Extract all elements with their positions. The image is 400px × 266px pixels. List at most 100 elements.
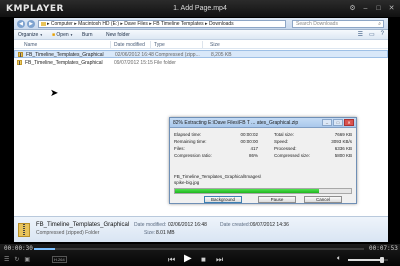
extraction-dialog: 82% Extracting E:\Dave Files\FB T ... at… (169, 117, 357, 204)
column-divider[interactable] (110, 41, 111, 48)
compressed-size-value: 5800 KB (334, 153, 352, 158)
back-icon[interactable]: ◀ (17, 20, 25, 28)
details-file-name: FB_Timeline_Templates_Graphical (36, 222, 130, 228)
organize-button[interactable]: Organize ▼ (18, 32, 43, 38)
column-size[interactable]: Size (210, 42, 220, 48)
file-name: FB_Timeline_Templates_Graphical (25, 60, 103, 66)
player-controls: 00:00:30 00:07:53 ☰ ↻ ▣ H.264 ⏮ ▶ ■ ⏭ 🔈︎ (0, 244, 400, 266)
date-created-value: 09/07/2012 14:36 (250, 222, 289, 228)
column-divider[interactable] (150, 41, 151, 48)
volume-slider[interactable] (348, 257, 388, 263)
elapsed-time: 00:00:30 (4, 245, 33, 252)
help-icon[interactable]: ? (381, 31, 384, 38)
processed-label: Processed: (274, 146, 297, 151)
player-file-title: 1. Add Page.mp4 (173, 5, 227, 12)
file-type: Compressed (zipp... (155, 52, 200, 58)
file-row[interactable]: FB_Timeline_Templates_Graphical 02/06/20… (14, 50, 388, 58)
processed-value: 6336 KB (334, 146, 352, 151)
forward-icon[interactable]: ▶ (27, 20, 35, 28)
remaining-value: 00:00:00 (240, 139, 258, 144)
elapsed-label: Elapsed time: (174, 132, 202, 137)
open-button[interactable]: ■ Open ▼ (52, 32, 73, 38)
pause-button[interactable]: Pause (258, 196, 296, 203)
stop-icon[interactable]: ■ (201, 255, 206, 264)
file-size: 8,205 KB (211, 52, 232, 58)
search-placeholder: Search Downloads (296, 21, 338, 27)
details-pane: FB_Timeline_Templates_Graphical Compress… (14, 216, 388, 242)
repeat-icon[interactable]: ↻ (14, 256, 19, 263)
open-icon: ■ (52, 32, 56, 38)
folder-icon (17, 60, 22, 65)
volume-icon[interactable]: 🔈︎ (337, 255, 341, 263)
explorer-toolbar: Organize ▼ ■ Open ▼ Burn New folder ☰ ▭ … (14, 30, 388, 40)
speed-label: Speed: (274, 139, 289, 144)
volume-slider-handle[interactable] (380, 257, 384, 263)
dialog-title: 82% Extracting E:\Dave Files\FB T ... at… (173, 120, 299, 126)
prev-icon[interactable]: ⏮ (168, 255, 175, 265)
file-date: 02/06/2012 16:48 (115, 52, 154, 58)
total-size-label: Total size: (274, 132, 295, 137)
player-title-bar: KMPLAYER 1. Add Page.mp4 ⚙ – □ ✕ (0, 0, 400, 17)
address-bar[interactable]: ▸ Computer ▸ Macintosh HD (E:) ▸ Dave Fi… (38, 20, 286, 28)
date-modified-label: Date modified: (134, 222, 167, 228)
size-value: 8.01 MB (156, 230, 175, 236)
files-label: Files: (174, 146, 185, 151)
total-time: 00:07:53 (369, 245, 398, 252)
background-button[interactable]: Background (204, 196, 242, 203)
date-created-label: Date created: (220, 222, 251, 228)
seek-bar-fill (34, 248, 55, 250)
size-label: Size: (144, 230, 156, 236)
next-icon[interactable]: ⏭ (216, 255, 223, 265)
cancel-button[interactable]: Cancel (304, 196, 342, 203)
total-size-value: 7669 KB (334, 132, 352, 137)
dialog-close-button[interactable]: ✕ (344, 119, 354, 126)
seek-bar[interactable] (34, 248, 364, 250)
path-line-file: spike-big.jpg (174, 179, 200, 185)
column-headers: Name Date modified Type Size (14, 40, 388, 49)
play-icon[interactable]: ▶ (184, 253, 192, 264)
files-value: 417 (250, 146, 258, 151)
view-controls: ☰ ▭ ? (358, 31, 384, 38)
address-path: ▸ Computer ▸ Macintosh HD (E:) ▸ Dave Fi… (47, 21, 234, 27)
minimize-button[interactable]: – (361, 4, 370, 13)
remaining-label: Remaining time: (174, 139, 207, 144)
details-file-type: Compressed (zipped) Folder (36, 230, 100, 236)
current-file-path: FB_Timeline_Templates_Graphical\Images\ … (174, 174, 352, 186)
volume-slider-fill (348, 259, 382, 261)
maximize-button[interactable]: □ (374, 4, 383, 13)
burn-button[interactable]: Burn (82, 32, 93, 38)
ratio-value: 86% (248, 153, 258, 158)
player-side-icons: ☰ ↻ ▣ (4, 256, 30, 263)
file-name: FB_Timeline_Templates_Graphical (26, 52, 104, 58)
search-input[interactable]: Search Downloads ⌕ (292, 20, 384, 28)
speed-value: 3093 KB/s (331, 139, 352, 144)
preview-pane-icon[interactable]: ▭ (369, 31, 375, 38)
ratio-label: Compression ratio: (174, 153, 212, 158)
dialog-title-bar: 82% Extracting E:\Dave Files\FB T ... at… (170, 118, 356, 128)
new-folder-button[interactable]: New folder (106, 32, 130, 38)
screen-icon[interactable]: ▣ (24, 256, 30, 263)
file-date: 09/07/2012 15:15 (114, 60, 153, 66)
column-type[interactable]: Type (154, 42, 165, 48)
video-frame-explorer-window: ◀ ▶ ▸ Computer ▸ Macintosh HD (E:) ▸ Dav… (14, 18, 388, 242)
dialog-maximize-button[interactable]: □ (333, 119, 343, 126)
elapsed-value: 00:00:02 (240, 132, 258, 137)
close-button[interactable]: ✕ (387, 4, 396, 13)
codec-badge: H.264 (52, 256, 67, 263)
compressed-size-label: Compressed size: (274, 153, 311, 158)
settings-icon[interactable]: ⚙ (348, 4, 357, 13)
column-name[interactable]: Name (24, 42, 37, 48)
date-modified-value: 02/06/2012 16:48 (168, 222, 207, 228)
view-options-icon[interactable]: ☰ (358, 31, 363, 38)
zip-folder-large-icon (18, 223, 30, 237)
file-row[interactable]: FB_Timeline_Templates_Graphical 09/07/20… (14, 59, 388, 67)
column-date-modified[interactable]: Date modified (114, 42, 145, 48)
search-icon: ⌕ (378, 21, 381, 27)
dialog-minimize-button[interactable]: – (322, 119, 332, 126)
dialog-window-buttons: – □ ✕ (322, 119, 354, 126)
column-divider[interactable] (202, 41, 203, 48)
playlist-icon[interactable]: ☰ (4, 256, 9, 263)
zip-folder-icon (18, 52, 23, 57)
file-type: File folder (154, 60, 176, 66)
player-window-buttons: ⚙ – □ ✕ (348, 4, 396, 13)
